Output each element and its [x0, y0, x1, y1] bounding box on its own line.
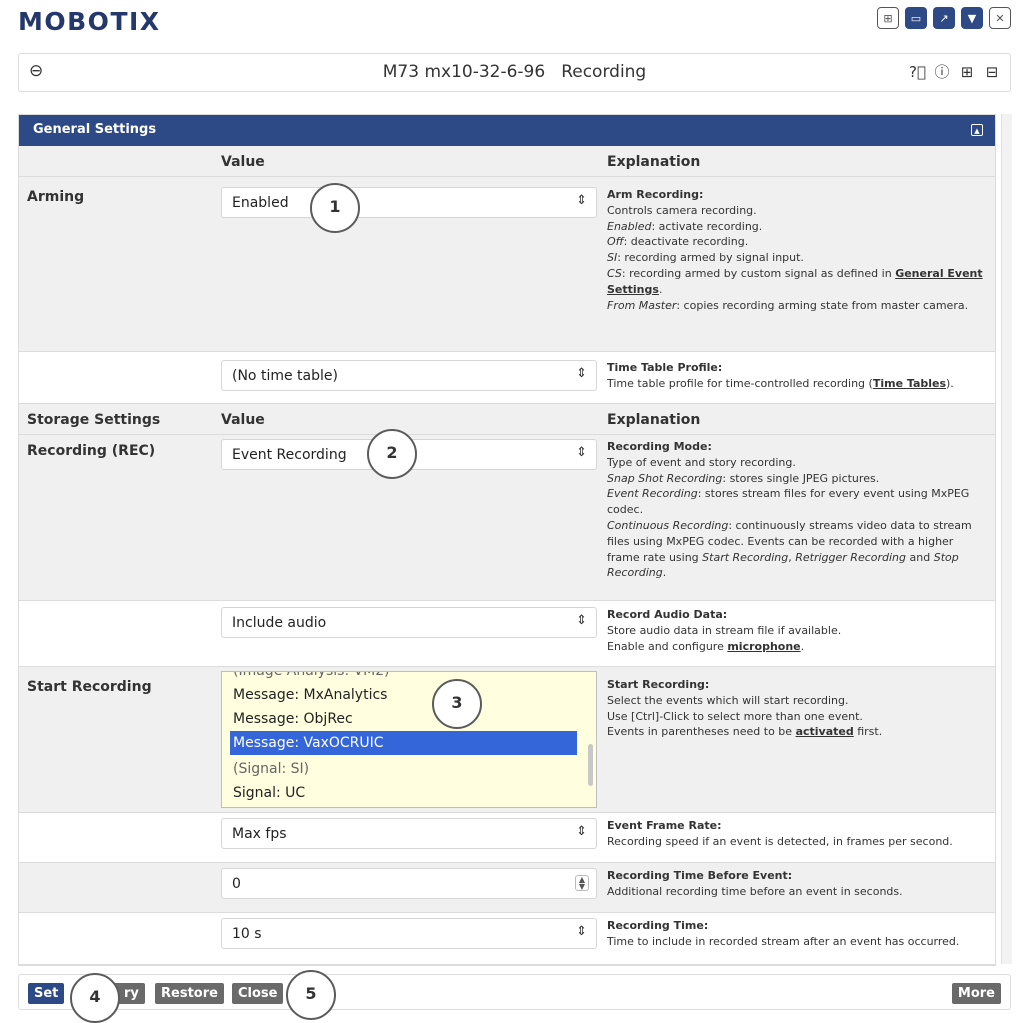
event-option-selected[interactable]: Message: VaxOCRUIC [230, 731, 577, 755]
select-arrow-icon: ⇕ [576, 613, 587, 628]
recording-row: Recording (REC) Event Recording ⇕ Record… [19, 435, 995, 601]
window-controls: ⊞ ▭ ↗ ▼ ✕ [877, 7, 1011, 29]
close-box-icon[interactable]: ✕ [989, 7, 1011, 29]
restore-button[interactable]: Restore [155, 983, 224, 1004]
recording-explanation: Recording Mode: Type of event and story … [607, 440, 972, 580]
pre-event-time-input[interactable]: 0 ▲ ▼ [221, 868, 597, 899]
help-icon[interactable]: ?⃝ [909, 62, 926, 82]
event-option[interactable]: Message: MxAnalytics [230, 683, 577, 707]
panel-title: General Settings [33, 122, 157, 137]
storage-settings-header: Storage Settings [27, 412, 161, 428]
event-option[interactable]: Signal: UC [230, 781, 577, 805]
value-header: Value [221, 154, 265, 170]
rectime-row: 10 s ⇕ Recording Time: Time to include i… [19, 913, 995, 965]
event-option[interactable]: (Image Analysis: VM2) [230, 672, 577, 683]
recording-time-select[interactable]: 10 s ⇕ [221, 918, 597, 949]
audio-row: Include audio ⇕ Record Audio Data: Store… [19, 601, 995, 667]
page-scrollbar[interactable] [1001, 114, 1012, 964]
explanation-header: Explanation [607, 412, 701, 428]
mobotix-logo: MOBOTIX [18, 7, 161, 36]
callout-4: 4 [70, 973, 120, 1023]
callout-5: 5 [286, 970, 336, 1020]
window-icon[interactable]: ▭ [905, 7, 927, 29]
footer-bar: Set ry Restore Close More [18, 974, 1011, 1010]
framerate-explanation: Event Frame Rate: Recording speed if an … [607, 819, 953, 848]
page-title: M73 mx10-32-6-96 Recording [19, 62, 1010, 82]
collapse-section-icon[interactable]: ▲ [971, 124, 983, 136]
event-option[interactable]: Message: ObjRec [230, 707, 577, 731]
close-button[interactable]: Close [232, 983, 284, 1004]
listbox-scrollbar[interactable] [588, 744, 593, 786]
microphone-link[interactable]: microphone [727, 640, 800, 653]
storage-header-row: Storage Settings Value Explanation [19, 404, 995, 435]
callout-1: 1 [310, 183, 360, 233]
dropdown-icon[interactable]: ▼ [961, 7, 983, 29]
timetable-row: (No time table) ⇕ Time Table Profile: Ti… [19, 352, 995, 404]
event-option[interactable]: (Signal: SI) [230, 757, 577, 781]
start-events-listbox[interactable]: (Image Analysis: VM2) Message: MxAnalyti… [221, 671, 597, 808]
page-header: ⊖ M73 mx10-32-6-96 Recording ?⃝ ⓘ ⊞ ⊟ [18, 53, 1011, 92]
more-button[interactable]: More [951, 983, 1001, 1004]
header-icons: ?⃝ ⓘ ⊞ ⊟ [909, 62, 1000, 82]
collapse-all-icon[interactable]: ⊟ [984, 62, 1000, 82]
pretime-explanation: Recording Time Before Event: Additional … [607, 869, 903, 898]
arming-label: Arming [27, 189, 85, 205]
page-name: Recording [561, 62, 647, 82]
start-recording-label: Start Recording [27, 679, 152, 695]
stepper-icon[interactable]: ▲ ▼ [575, 875, 589, 891]
callout-3: 3 [432, 679, 482, 729]
framerate-row: Max fps ⇕ Event Frame Rate: Recording sp… [19, 813, 995, 863]
general-settings-panel: General Settings ▲ Value Explanation Arm… [18, 114, 996, 966]
external-link-icon[interactable]: ↗ [933, 7, 955, 29]
select-arrow-icon: ⇕ [576, 366, 587, 381]
set-button[interactable]: Set [28, 983, 65, 1004]
audio-explanation: Record Audio Data: Store audio data in s… [607, 608, 842, 653]
timetable-explanation: Time Table Profile: Time table profile f… [607, 361, 954, 390]
value-header: Value [221, 412, 265, 428]
camera-name: M73 mx10-32-6-96 [382, 62, 546, 82]
select-arrow-icon: ⇕ [576, 824, 587, 839]
select-arrow-icon: ⇕ [576, 193, 587, 208]
expand-all-icon[interactable]: ⊞ [959, 62, 975, 82]
arming-row: Arming Enabled ⇕ Arm Recording: Controls… [19, 177, 995, 352]
start-recording-explanation: Start Recording: Select the events which… [607, 678, 883, 739]
top-bar: MOBOTIX ⊞ ▭ ↗ ▼ ✕ [0, 0, 1017, 44]
start-recording-row: Start Recording (Image Analysis: VM2) Me… [19, 667, 995, 813]
time-tables-link[interactable]: Time Tables [873, 377, 946, 390]
arming-select[interactable]: Enabled ⇕ [221, 187, 597, 218]
recording-label: Recording (REC) [27, 443, 156, 459]
rectime-explanation: Recording Time: Time to include in recor… [607, 919, 960, 948]
explanation-header: Explanation [607, 154, 701, 170]
panel-header: General Settings ▲ [19, 115, 995, 146]
callout-2: 2 [367, 429, 417, 479]
time-table-select[interactable]: (No time table) ⇕ [221, 360, 597, 391]
frame-rate-select[interactable]: Max fps ⇕ [221, 818, 597, 849]
select-arrow-icon: ⇕ [576, 445, 587, 460]
column-header-row: Value Explanation [19, 146, 995, 177]
select-arrow-icon: ⇕ [576, 924, 587, 939]
pretime-row: 0 ▲ ▼ Recording Time Before Event: Additi… [19, 863, 995, 913]
arming-explanation: Arm Recording: Controls camera recording… [607, 188, 983, 312]
info-icon[interactable]: ⓘ [934, 62, 950, 82]
grid-icon[interactable]: ⊞ [877, 7, 899, 29]
activated-link[interactable]: activated [796, 725, 854, 738]
audio-select[interactable]: Include audio ⇕ [221, 607, 597, 638]
